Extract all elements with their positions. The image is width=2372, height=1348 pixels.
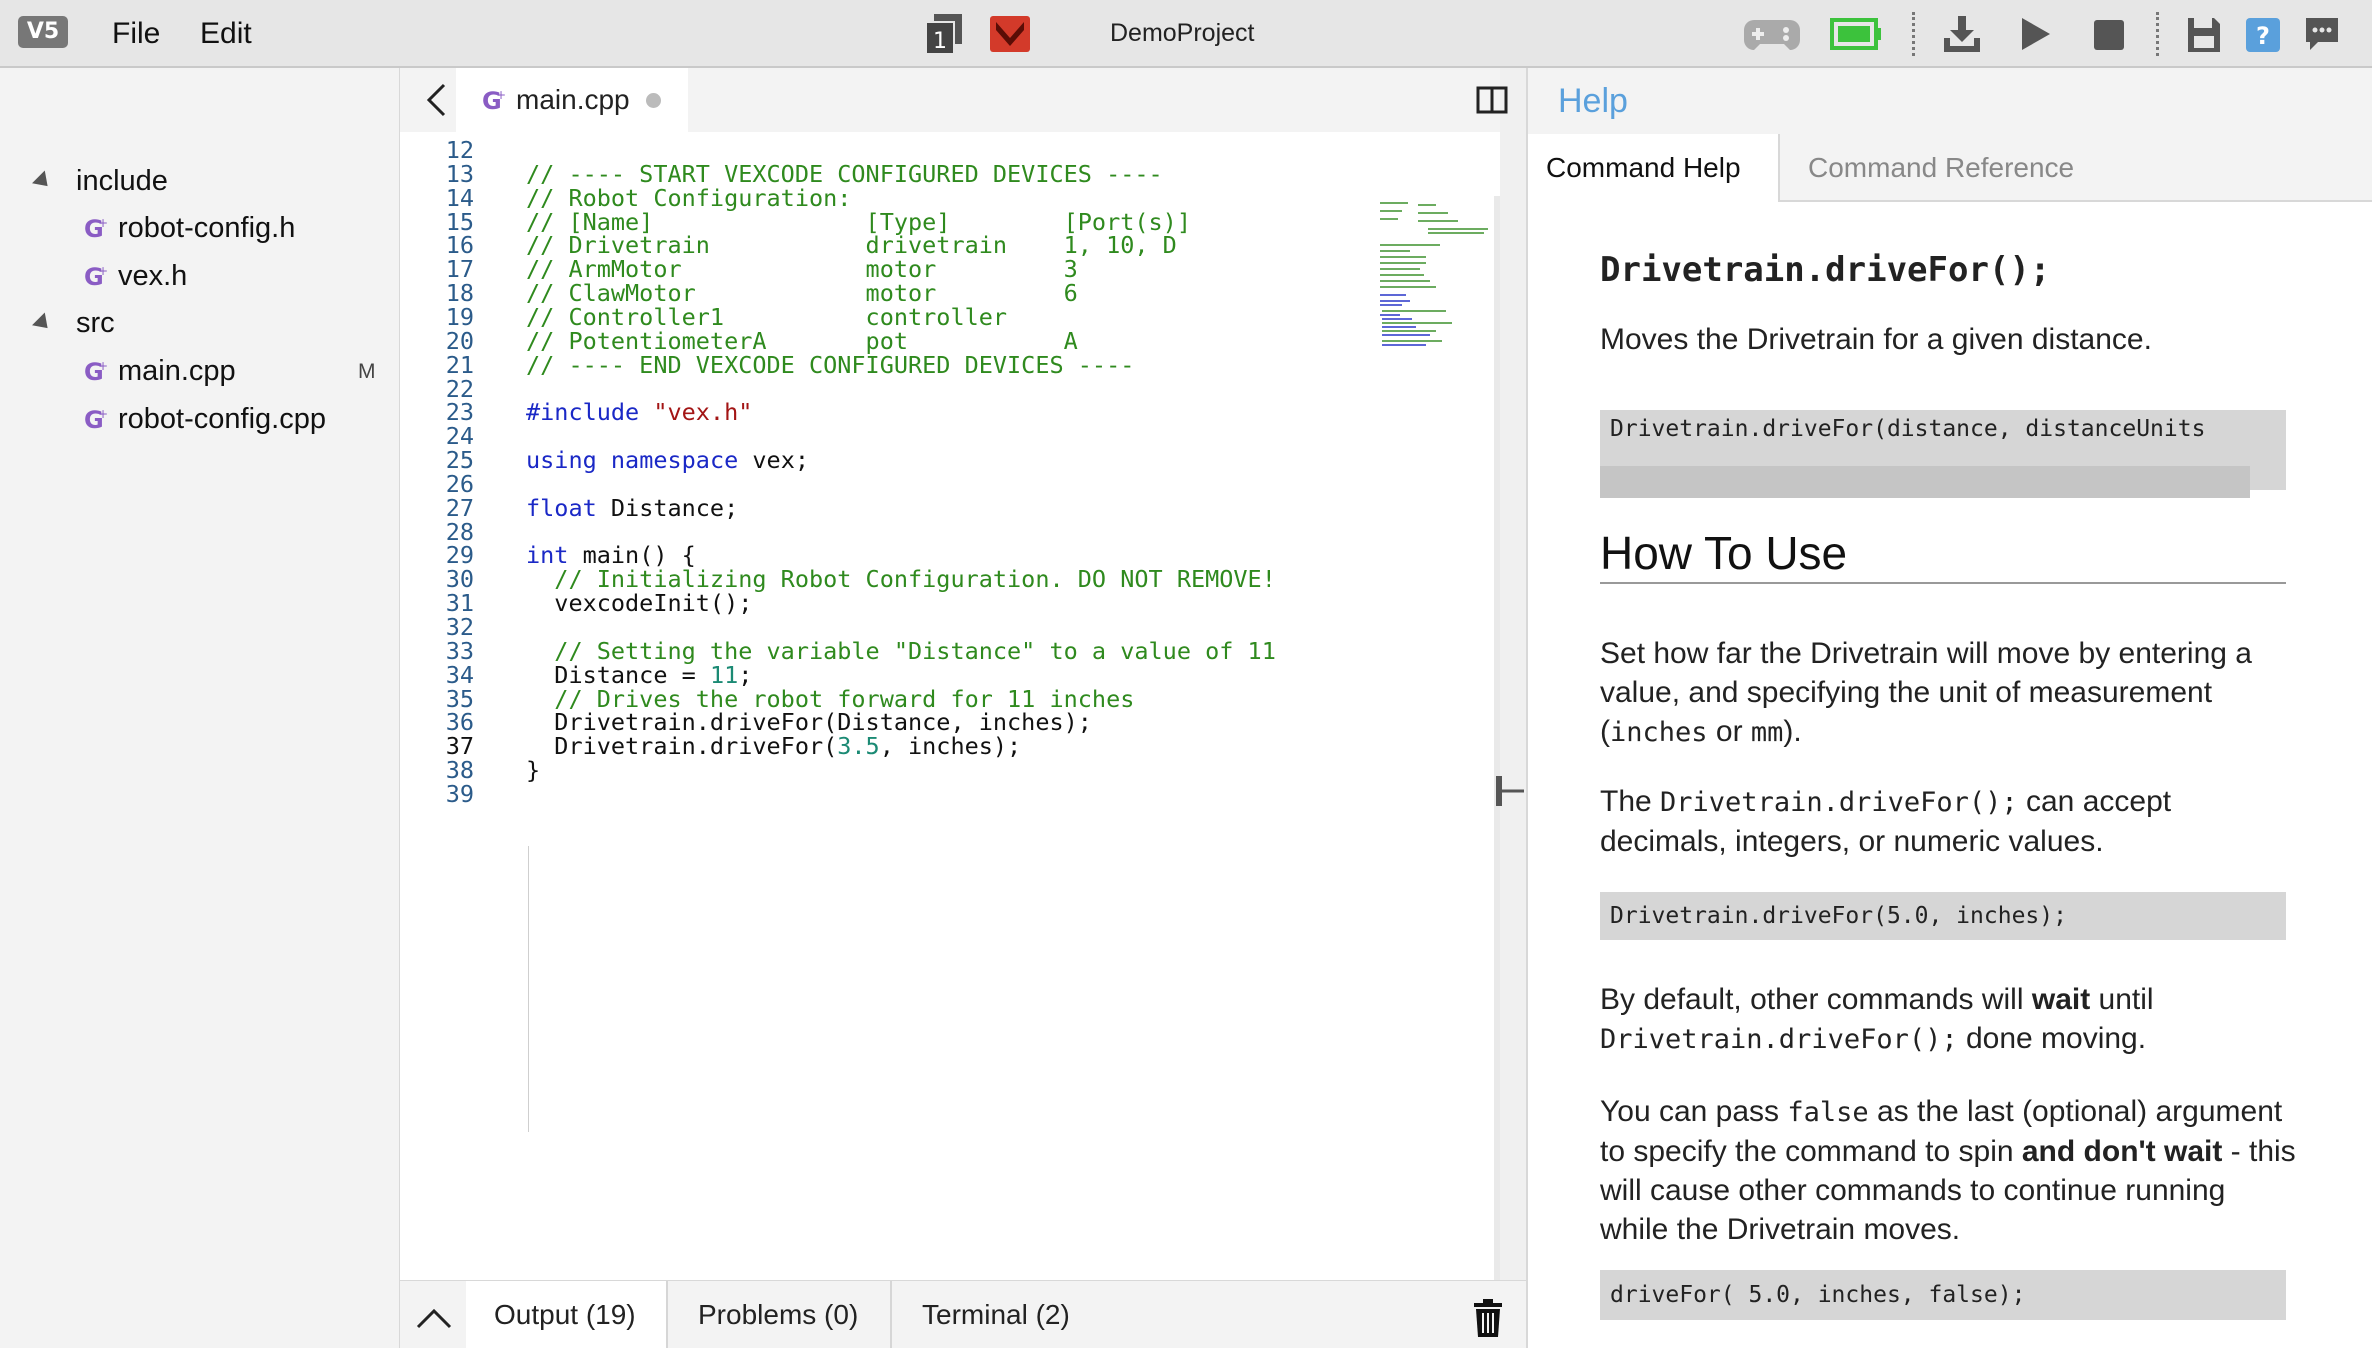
tree-folder-include[interactable]: include (32, 158, 168, 204)
editor-tab-bar: G + main.cpp (400, 68, 1508, 132)
project-title[interactable]: DemoProject (1110, 19, 1255, 48)
svg-text:+: + (98, 216, 108, 230)
bottom-panel: Output (19) Problems (0) Terminal (2) (400, 1280, 1526, 1348)
title-bar: V5 File Edit 1 DemoProject ? (0, 0, 2372, 68)
tree-item-label: src (76, 306, 115, 339)
slot-select-icon[interactable]: 1 (926, 14, 962, 54)
save-icon[interactable] (2186, 12, 2222, 56)
how-to-paragraph-2: The Drivetrain.driveFor(); can accept de… (1600, 785, 2172, 858)
code-line[interactable]: 39 (400, 776, 1380, 812)
help-title: Help (1558, 82, 1628, 120)
how-to-paragraph-4: You can pass false as the last (optional… (1600, 1095, 2296, 1246)
code-area[interactable]: 12 13// ---- START VEXCODE CONFIGURED DEV… (400, 132, 1500, 1344)
help-panel: Help Command Help Command Reference Driv… (1526, 68, 2372, 1348)
help-tabs: Command Help Command Reference (1528, 134, 2372, 202)
tree-item-label: vex.h (118, 259, 188, 292)
cpp-file-icon: G+ (84, 406, 108, 432)
how-to-paragraph-1: Set how far the Drivetrain will move by … (1600, 637, 2252, 748)
menu-edit[interactable]: Edit (200, 17, 252, 51)
tab-output[interactable]: Output (19) (466, 1281, 668, 1348)
tab-terminal[interactable]: Terminal (2) (894, 1281, 1134, 1348)
battery-icon (1830, 18, 1881, 50)
tree-item-label: robot-config.cpp (118, 402, 326, 435)
toolbar-separator (2156, 12, 2159, 56)
svg-text:+: + (98, 264, 108, 278)
code-editor: G + main.cpp 12 13 // ---- START VEXCODE… (400, 68, 1524, 1344)
svg-text:+: + (98, 359, 108, 373)
cpp-file-icon: G+ (482, 87, 506, 113)
tab-problems[interactable]: Problems (0) (670, 1281, 892, 1348)
minimap[interactable] (1378, 200, 1496, 350)
help-icon[interactable]: ? (2244, 12, 2282, 56)
example-code-text: Drivetrain.driveFor(5.0, inches); (1610, 903, 2067, 929)
how-to-use-heading: How To Use (1600, 526, 2286, 584)
menu-file[interactable]: File (112, 17, 160, 51)
tab-label: main.cpp (516, 84, 630, 115)
tree-item-label: include (76, 164, 168, 197)
tab-command-reference[interactable]: Command Reference (1790, 134, 2092, 202)
controller-icon[interactable] (1744, 12, 1800, 56)
tab-command-help[interactable]: Command Help (1528, 134, 1780, 202)
svg-text:+: + (496, 88, 506, 102)
panel-resize-handle-icon[interactable] (1496, 776, 1524, 806)
tree-file-vex-h[interactable]: G + vex.h (82, 253, 187, 299)
cpp-file-icon: G+ (84, 263, 108, 289)
svg-text:+: + (98, 407, 108, 421)
how-to-paragraph-3: By default, other commands will wait unt… (1600, 983, 2154, 1055)
example-code-2: driveFor( 5.0, inches, false); (1600, 1270, 2286, 1320)
command-name: Drivetrain.driveFor(); (1600, 250, 2051, 290)
vex-logo[interactable]: V5 (18, 16, 68, 48)
caret-down-icon (32, 170, 54, 192)
cpp-file-icon: G+ (84, 358, 108, 384)
chevron-up-icon[interactable] (414, 1299, 454, 1333)
example-code-text: driveFor( 5.0, inches, false); (1610, 1282, 2026, 1308)
tree-item-label: main.cpp (118, 354, 236, 387)
stop-icon[interactable] (2092, 12, 2126, 56)
modified-badge: M (358, 360, 376, 383)
slot-number: 1 (933, 29, 947, 54)
split-editor-icon[interactable] (1476, 86, 1508, 114)
unsaved-dot-icon[interactable] (645, 92, 661, 108)
file-explorer: include G + robot-config.h G + vex.h src G… (0, 68, 400, 1348)
run-icon[interactable] (2018, 12, 2054, 56)
svg-text:?: ? (2256, 22, 2270, 50)
tree-file-robot-config-cpp[interactable]: G + robot-config.cpp (82, 396, 326, 442)
trash-icon[interactable] (1472, 1299, 1504, 1337)
cpp-file-icon: G+ (84, 215, 108, 241)
signature-text: Drivetrain.driveFor(distance, distanceUn… (1610, 416, 2206, 442)
code-horizontal-scrollbar[interactable] (1600, 466, 2250, 498)
command-summary: Moves the Drivetrain for a given distanc… (1600, 323, 2152, 356)
help-content: Drivetrain.driveFor(); Moves the Drivetr… (1528, 202, 2372, 1348)
toolbar-separator (1912, 12, 1915, 56)
feedback-icon[interactable] (2302, 12, 2342, 56)
tree-item-label: robot-config.h (118, 211, 296, 244)
example-code-1: Drivetrain.driveFor(5.0, inches); (1600, 892, 2286, 940)
editor-scrollbar[interactable] (1494, 196, 1500, 1344)
tree-file-main-cpp[interactable]: G + main.cpp (82, 348, 236, 394)
brain-icon[interactable] (990, 16, 1030, 52)
tree-folder-src[interactable]: src (32, 300, 115, 346)
indent-guide (528, 846, 529, 1132)
tree-file-robot-config-h[interactable]: G + robot-config.h (82, 205, 295, 251)
line-number: 39 (445, 779, 474, 808)
caret-down-icon (32, 312, 54, 334)
chevron-left-icon[interactable] (422, 82, 452, 118)
tab-main-cpp[interactable]: G + main.cpp (456, 68, 688, 132)
download-icon[interactable] (1940, 12, 1984, 56)
